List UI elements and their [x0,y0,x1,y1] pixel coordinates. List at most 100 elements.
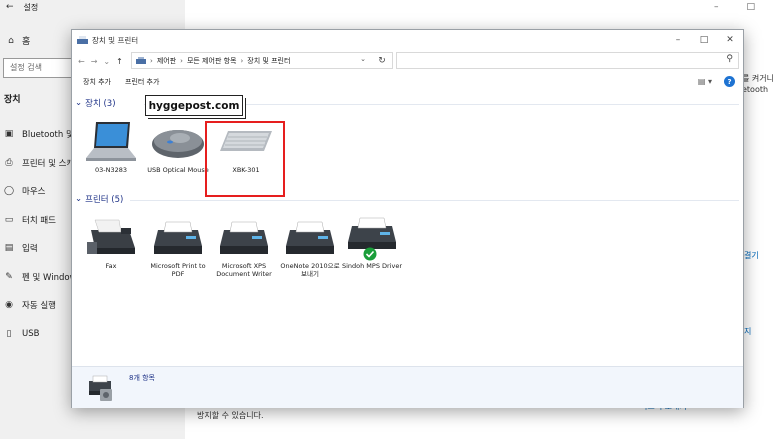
nav-item-label: 펜 및 Window [22,272,77,283]
forward-icon[interactable]: → [91,57,98,66]
nav-item-typing[interactable]: ▤ 입력 [4,234,77,263]
settings-bottom-text: 방지할 수 있습니다. [197,411,264,420]
nav-item-pen[interactable]: ✎ 펜 및 Window [4,263,77,292]
edge-link-1[interactable]: 결기 [744,250,759,261]
breadcrumb-separator: › [240,56,244,65]
settings-title: 설정 [23,2,39,12]
nav-item-label: Bluetooth 및 [22,130,74,141]
printer-tile-sindoh[interactable]: Sindoh MPS Driver [339,214,405,270]
printer-label: Sindoh MPS Driver [341,262,403,270]
status-bar: 8개 항목 [72,366,743,408]
nav-item-label: 터치 패드 [22,215,56,226]
printer-device-icon [145,214,211,262]
add-printer-button[interactable]: 프린터 추가 [125,77,159,87]
settings-search-input[interactable]: 설정 검색 [3,58,75,78]
bluetooth-icon: ▣ [4,129,14,140]
edge-link-2[interactable]: 지 [744,326,751,337]
nav-item-mouse[interactable]: ◯ 마우스 [4,177,77,206]
recent-dropdown-icon[interactable]: ⌄ [103,57,110,66]
nav-item-printers[interactable]: ⎙ 프린터 및 스캐 [4,149,77,178]
maximize-icon[interactable]: □ [746,2,755,12]
nav-item-autoplay[interactable]: ◉ 자동 실행 [4,291,77,320]
breadcrumb-item[interactable]: 모든 제어판 항목 [187,56,237,66]
up-icon[interactable]: ↑ [116,57,123,66]
home-nav-item[interactable]: ⌂ 홈 [6,34,31,48]
nav-item-touchpad[interactable]: ▭ 터치 패드 [4,206,77,235]
address-bar[interactable]: › 제어판 › 모든 제어판 항목 › 장치 및 프린터 ⌄ [131,52,393,69]
search-icon: ⚲ [726,54,733,64]
item-count: 8개 항목 [129,374,155,382]
watermark-label: hyggepost.com [145,95,243,116]
breadcrumb-item[interactable]: 제어판 [157,56,176,66]
back-icon[interactable]: ← [78,57,85,66]
printer-label: Microsoft XPS Document Writer [216,262,272,278]
edge-text-1: 를 켜거니 [742,74,773,83]
refresh-icon: ↻ [378,55,386,66]
collapse-chevron-icon: ⌄ [75,98,83,108]
collapse-chevron-icon: ⌄ [75,194,83,204]
device-tile-mouse[interactable]: USB Optical Mouse [145,118,211,174]
mouse-icon: ◯ [4,186,15,197]
default-check-icon [363,247,377,261]
cp-window-controls: – □ ✕ [665,30,743,50]
device-label: 03-N3283 [94,166,128,174]
devices-printers-icon [77,35,88,44]
home-icon: ⌂ [8,35,14,46]
printers-group-header[interactable]: ⌄ 프린터 (5) [75,193,123,205]
cp-title: 장치 및 프린터 [92,35,139,45]
nav-item-label: 입력 [22,244,38,255]
touchpad-icon: ▭ [4,214,14,225]
toolbar-right: ▤ ▾ ? [698,76,735,87]
minimize-button[interactable]: – [665,30,691,50]
maximize-button[interactable]: □ [691,30,717,50]
printer-device-icon [211,214,277,262]
devices-printers-window: 장치 및 프린터 – □ ✕ ← → ⌄ ↑ › 제어판 › 모든 제어판 항목… [71,29,744,408]
laptop-icon [78,118,144,166]
usb-icon: ▯ [6,328,12,339]
nav-item-label: 마우스 [22,187,46,198]
default-printer-icon [339,214,405,262]
printer-tile-onenote[interactable]: OneNote 2010으로 보내기 [277,214,343,278]
printer-label: OneNote 2010으로 보내기 [280,262,340,278]
settings-titlebar: ← 설정 [6,0,38,14]
nav-item-usb[interactable]: ▯ USB [4,320,77,349]
minimize-icon[interactable]: – [714,2,719,12]
breadcrumb-item[interactable]: 장치 및 프린터 [247,56,290,66]
refresh-button[interactable]: ↻ [371,52,393,69]
breadcrumb-separator: › [180,56,183,65]
printer-tile-xps[interactable]: Microsoft XPS Document Writer [211,214,277,278]
highlight-box [205,121,285,197]
home-label: 홈 [22,37,31,47]
devices-group-title: 장치 (3) [85,99,116,109]
device-label: USB Optical Mouse [147,166,209,174]
group-divider [130,200,739,201]
mouse-device-icon [145,118,211,166]
breadcrumb-separator: › [150,56,153,65]
nav-item-bluetooth[interactable]: ▣ Bluetooth 및 [4,120,77,149]
printer-device-icon [277,214,343,262]
address-dropdown-icon[interactable]: ⌄ [360,55,366,63]
printer-tile-pdf[interactable]: Microsoft Print to PDF [145,214,211,278]
edge-text-2: etooth [742,85,769,94]
autoplay-icon: ◉ [5,300,13,311]
help-icon[interactable]: ? [724,76,735,87]
cp-toolbar: 장치 추가 프린터 추가 [72,73,743,91]
settings-nav: ▣ Bluetooth 및 ⎙ 프린터 및 스캐 ◯ 마우스 ▭ 터치 패드 ▤ 입력 ✎… [4,120,77,348]
printer-tile-fax[interactable]: Fax [78,214,144,270]
nav-item-label: 프린터 및 스캐 [22,158,75,169]
cp-search-input[interactable]: ⚲ [396,52,739,69]
back-arrow-icon[interactable]: ← [6,2,14,12]
close-button[interactable]: ✕ [717,30,743,50]
cp-titlebar: 장치 및 프린터 [72,30,743,50]
printer-icon: ⎙ [5,157,13,168]
printer-label: Microsoft Print to PDF [150,262,206,278]
device-tile-laptop[interactable]: 03-N3283 [78,118,144,174]
fax-icon [78,214,144,262]
printers-group-title: 프린터 (5) [85,195,124,205]
devices-group-header[interactable]: ⌄ 장치 (3) [75,97,116,109]
view-options-icon[interactable]: ▤ ▾ [698,77,712,86]
nav-item-label: 자동 실행 [22,301,56,312]
settings-section-title: 장치 [4,95,21,105]
keyboard-icon: ▤ [4,243,14,254]
add-device-button[interactable]: 장치 추가 [83,77,111,87]
